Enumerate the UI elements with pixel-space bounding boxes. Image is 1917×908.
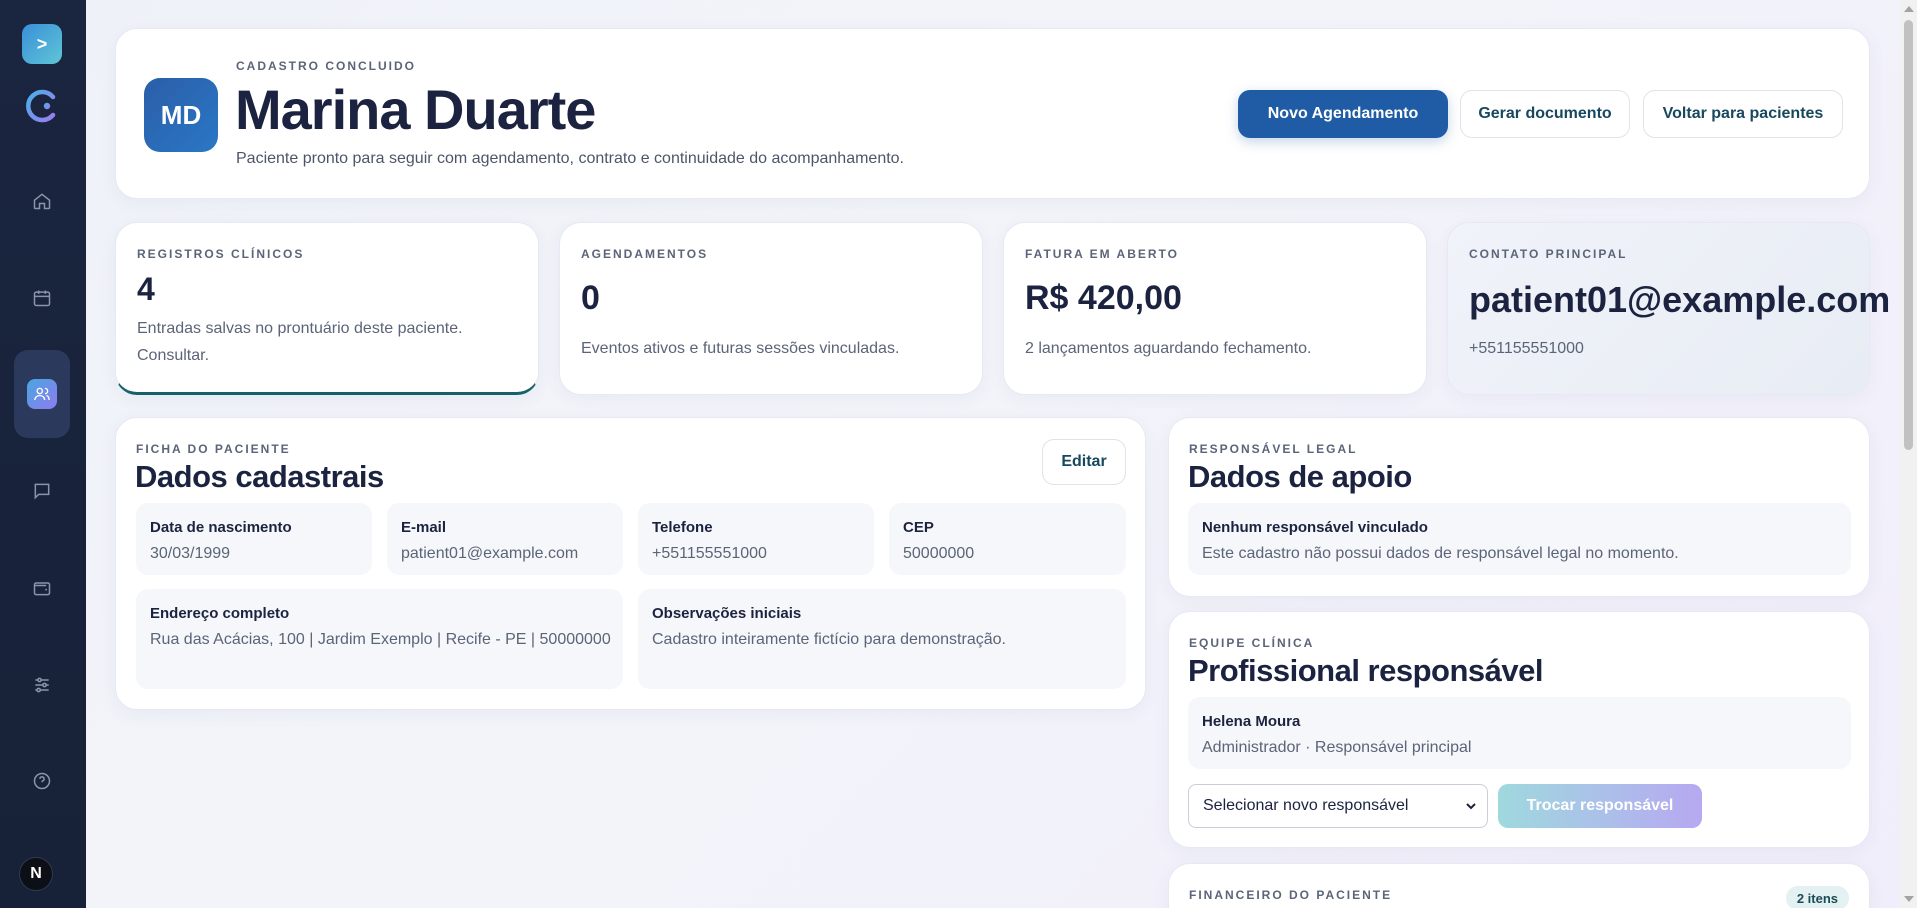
responsible-professional: Helena Moura Administrador · Responsável… <box>1188 697 1851 769</box>
field-label: E-mail <box>401 519 447 536</box>
contact-email: patient01@example.com <box>1469 279 1891 320</box>
generate-document-button[interactable]: Gerar documento <box>1460 90 1630 138</box>
patient-avatar: MD <box>144 78 218 152</box>
sidebar-item-patients[interactable] <box>14 350 70 438</box>
stat-card-appointments: AGENDAMENTOS 0 Eventos ativos e futuras … <box>559 222 983 395</box>
field-value: Rua das Acácias, 100 | Jardim Exemplo | … <box>150 631 611 648</box>
guardian-empty-box: Nenhum responsável vinculado Este cadast… <box>1188 503 1851 575</box>
patient-finance-card: FINANCEIRO DO PACIENTE 2 itens <box>1168 863 1870 908</box>
section-title: Profissional responsável <box>1188 653 1543 688</box>
sidebar-item-settings[interactable] <box>21 664 63 706</box>
users-icon <box>34 387 50 401</box>
stat-description: Eventos ativos e futuras sessões vincula… <box>581 340 900 357</box>
empty-text: Este cadastro não possui dados de respon… <box>1202 545 1679 562</box>
patient-record-card: FICHA DO PACIENTE Dados cadastrais Edita… <box>115 417 1146 710</box>
section-eyebrow: RESPONSÁVEL LEGAL <box>1189 442 1358 456</box>
stat-label: FATURA EM ABERTO <box>1025 247 1179 261</box>
scroll-up-arrow-icon[interactable] <box>1904 6 1914 12</box>
stat-value: R$ 420,00 <box>1025 279 1182 317</box>
stat-value: 4 <box>137 271 155 307</box>
field-value: 30/03/1999 <box>150 545 231 562</box>
scroll-thumb[interactable] <box>1904 20 1913 450</box>
field-label: Endereço completo <box>150 605 290 622</box>
user-avatar[interactable]: N <box>19 857 53 891</box>
field-label: Telefone <box>652 519 713 536</box>
app-logo-icon <box>22 86 62 126</box>
header-eyebrow: CADASTRO CONCLUIDO <box>236 59 416 73</box>
professional-role: Administrador · Responsável principal <box>1202 739 1472 756</box>
sliders-icon <box>35 677 49 693</box>
field-address: Endereço completo Rua das Acácias, 100 |… <box>136 589 623 689</box>
calendar-icon <box>33 290 51 307</box>
stat-card-main-contact: CONTATO PRINCIPAL patient01@example.com … <box>1447 222 1890 395</box>
field-label: Observações iniciais <box>652 605 802 622</box>
wallet-icon <box>33 582 51 596</box>
sidebar-item-help[interactable] <box>21 760 63 802</box>
sidebar: > N <box>0 0 86 908</box>
new-appointment-button[interactable]: Novo Agendamento <box>1238 90 1448 138</box>
stat-label: REGISTROS CLÍNICOS <box>137 247 305 261</box>
items-count-badge: 2 itens <box>1785 886 1849 908</box>
sidebar-item-calendar[interactable] <box>21 277 63 319</box>
message-icon <box>34 483 50 500</box>
section-title: Dados de apoio <box>1188 459 1412 494</box>
select-value: Selecionar novo responsável <box>1203 797 1409 814</box>
field-zip: CEP 50000000 <box>889 503 1126 575</box>
sidebar-toggle-button[interactable]: > <box>22 24 62 64</box>
stat-card-open-invoice: FATURA EM ABERTO R$ 420,00 2 lançamentos… <box>1003 222 1427 395</box>
edit-button[interactable]: Editar <box>1042 439 1126 485</box>
stat-card-clinical-records[interactable]: REGISTROS CLÍNICOS 4 Entradas salvas no … <box>115 222 539 395</box>
field-phone: Telefone +551155551000 <box>638 503 874 575</box>
section-eyebrow: FINANCEIRO DO PACIENTE <box>1189 888 1393 902</box>
sidebar-item-messages[interactable] <box>21 470 63 512</box>
new-responsible-select[interactable]: Selecionar novo responsável <box>1188 784 1488 828</box>
stat-value: 0 <box>581 279 600 317</box>
back-to-patients-button[interactable]: Voltar para pacientes <box>1643 90 1843 138</box>
field-email: E-mail patient01@example.com <box>387 503 623 575</box>
field-value: 50000000 <box>903 545 975 562</box>
field-label: Data de nascimento <box>150 519 292 536</box>
stat-label: AGENDAMENTOS <box>581 247 709 261</box>
page-scrollbar[interactable] <box>1900 0 1917 908</box>
scroll-down-arrow-icon[interactable] <box>1904 896 1914 902</box>
sidebar-item-wallet[interactable] <box>21 567 63 609</box>
clinical-team-card: EQUIPE CLÍNICA Profissional responsável … <box>1168 611 1870 848</box>
professional-name: Helena Moura <box>1202 713 1301 730</box>
change-responsible-button[interactable]: Trocar responsável <box>1498 784 1702 828</box>
field-label: CEP <box>903 519 934 536</box>
legal-guardian-card: RESPONSÁVEL LEGAL Dados de apoio Nenhum … <box>1168 417 1870 597</box>
stat-description: 2 lançamentos aguardando fechamento. <box>1025 340 1312 357</box>
field-value: patient01@example.com <box>401 545 579 562</box>
stat-description: Entradas salvas no prontuário deste paci… <box>137 320 463 364</box>
stat-label: CONTATO PRINCIPAL <box>1469 247 1628 261</box>
patient-header: MD CADASTRO CONCLUIDO Marina Duarte Paci… <box>115 28 1870 199</box>
field-birthdate: Data de nascimento 30/03/1999 <box>136 503 372 575</box>
section-eyebrow: FICHA DO PACIENTE <box>136 442 291 456</box>
page-subtitle: Paciente pronto para seguir com agendame… <box>236 150 904 167</box>
help-icon <box>33 772 51 790</box>
contact-phone: +551155551000 <box>1469 340 1584 357</box>
chevron-down-icon <box>1466 803 1476 810</box>
empty-title: Nenhum responsável vinculado <box>1202 519 1428 536</box>
field-notes: Observações iniciais Cadastro inteiramen… <box>638 589 1126 689</box>
page-title: Marina Duarte <box>235 78 596 141</box>
field-value: Cadastro inteiramente fictício para demo… <box>652 631 1006 648</box>
section-eyebrow: EQUIPE CLÍNICA <box>1189 636 1315 650</box>
section-title: Dados cadastrais <box>135 459 384 494</box>
field-value: +551155551000 <box>652 545 767 562</box>
sidebar-item-home[interactable] <box>21 180 63 222</box>
home-icon <box>33 193 51 210</box>
